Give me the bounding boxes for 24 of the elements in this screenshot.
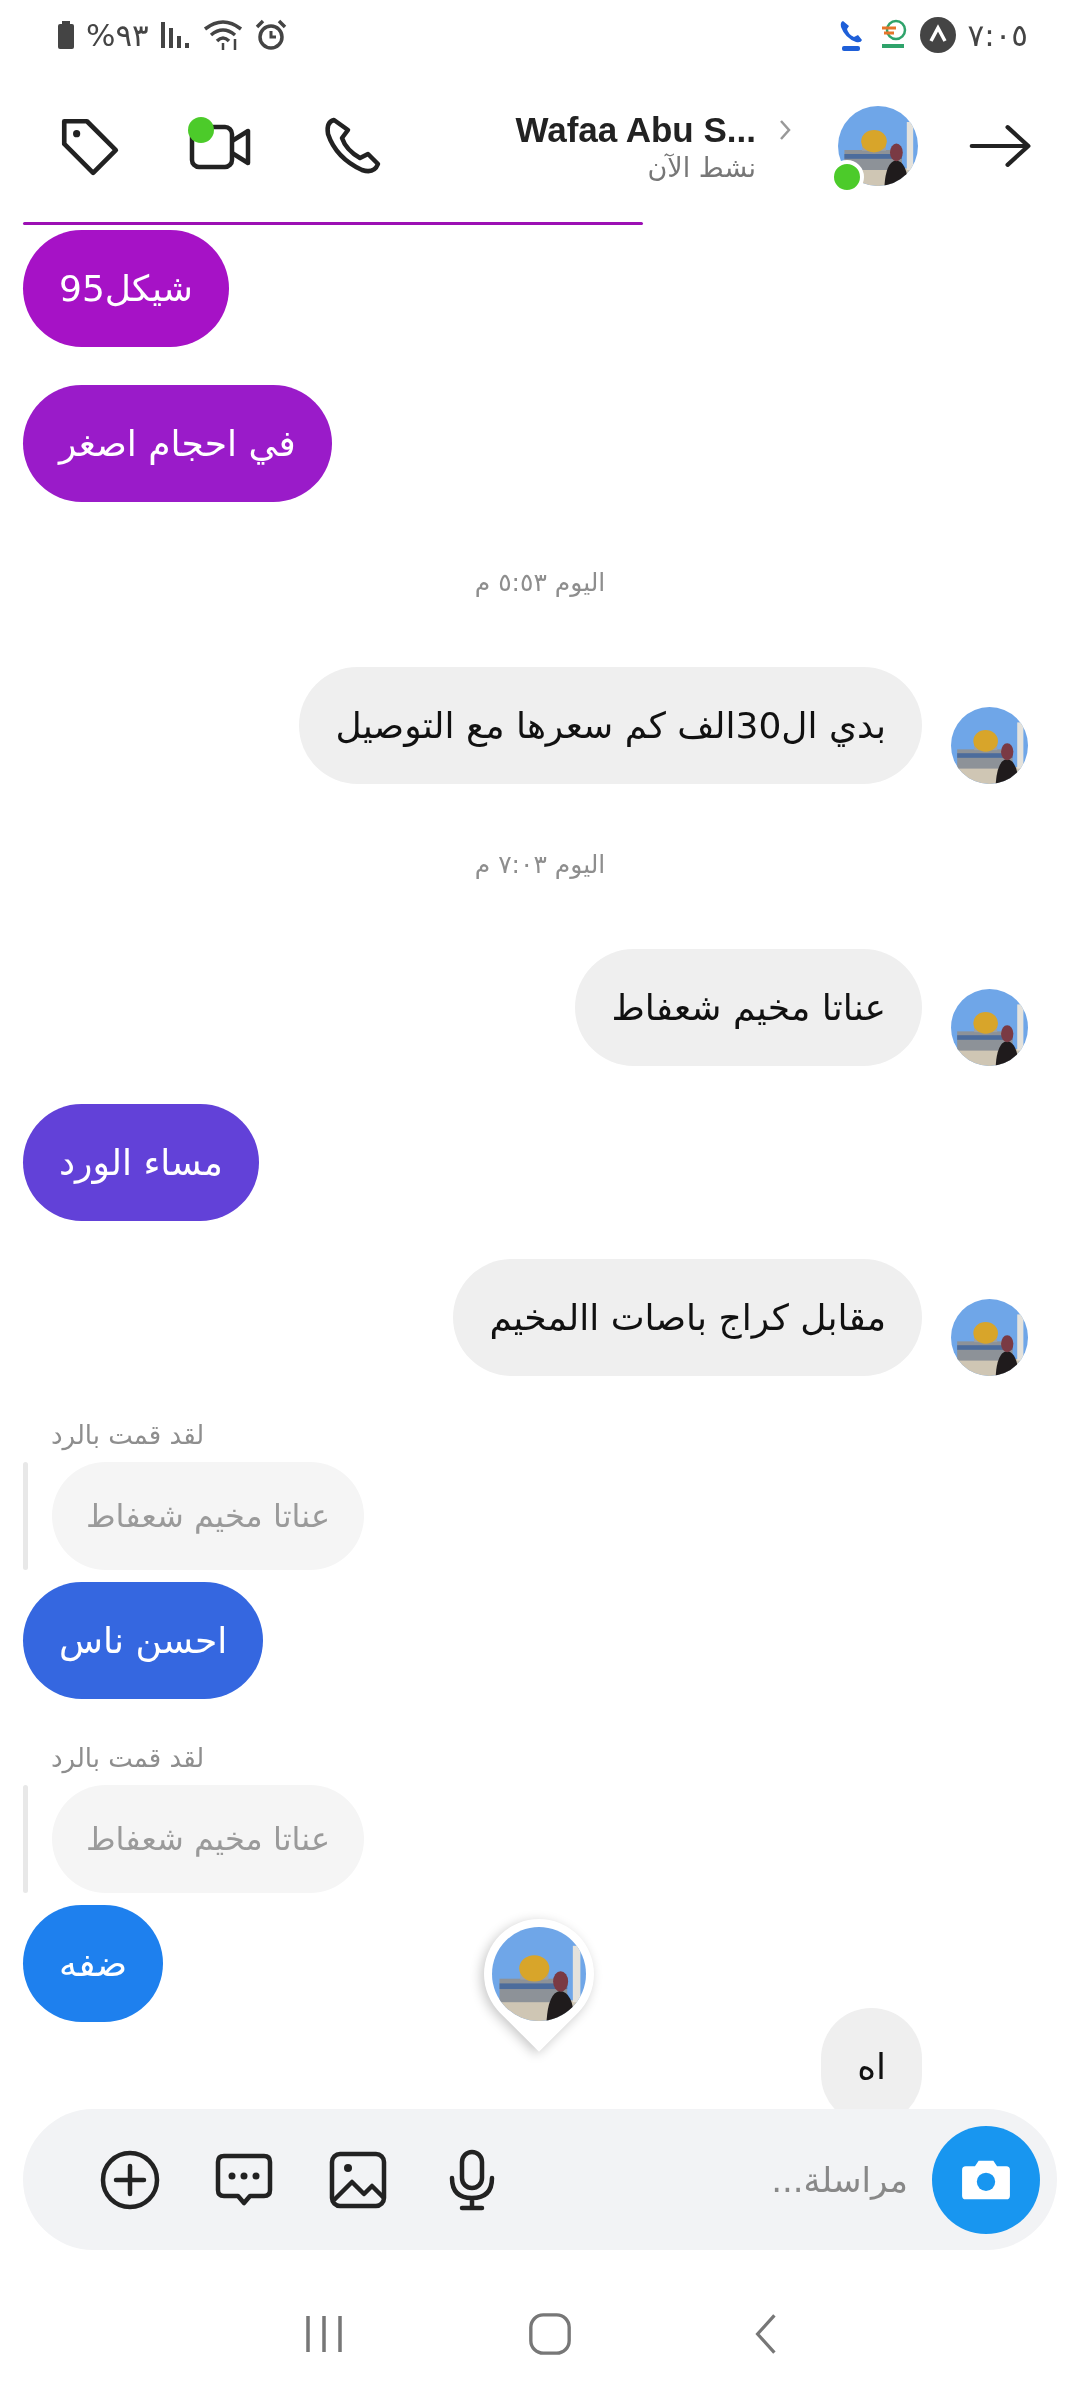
sent-message[interactable]: شيكل95 — [23, 230, 229, 347]
signal-icon — [160, 20, 191, 50]
timestamp: اليوم ٥:٥٣ م — [473, 568, 607, 597]
message-input[interactable]: مراسلة... — [544, 2158, 910, 2201]
reply-label: لقد قمت بالرد — [51, 1420, 205, 1450]
received-message[interactable]: مقابل كراج باصات االمخيم — [453, 1259, 922, 1376]
home-icon[interactable] — [527, 2311, 573, 2357]
timestamp: اليوم ٧:٠٣ م — [473, 850, 607, 879]
contact-name[interactable]: Wafaa Abu S... — [515, 109, 756, 150]
sent-message[interactable]: ضفه — [23, 1905, 164, 2022]
received-message[interactable]: بدي ال30الف كم سعرها مع التوصيل — [299, 667, 922, 784]
sent-message[interactable]: في احجام اصغر — [23, 385, 332, 502]
reply-label: لقد قمت بالرد — [51, 1743, 205, 1773]
activity-status: نشط الآن — [647, 151, 756, 183]
alarm-icon — [254, 19, 287, 51]
sent-message[interactable]: احسن ناس — [23, 1582, 264, 1699]
clock-time: ٧:٠٥ — [967, 17, 1028, 53]
sent-message[interactable]: مساء الورد — [23, 1104, 259, 1221]
notification-icon — [919, 17, 956, 53]
battery-icon — [58, 21, 74, 49]
received-message[interactable]: عناتا مخيم شعفاط — [575, 949, 922, 1066]
battery-level: %٩٣ — [86, 17, 149, 53]
wifi-icon — [202, 19, 243, 51]
received-message[interactable]: اه — [821, 2008, 922, 2109]
